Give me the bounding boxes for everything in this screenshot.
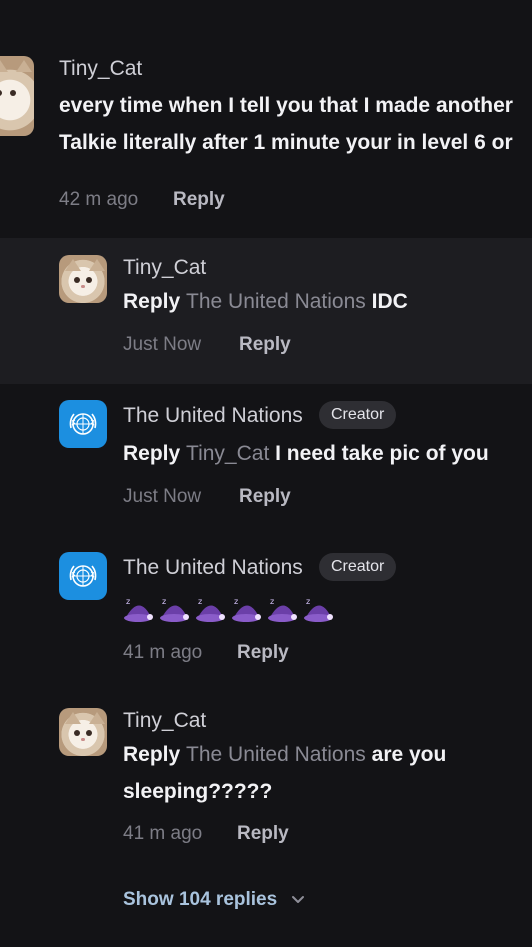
creator-badge: Creator — [319, 553, 397, 581]
username[interactable]: The United Nations — [123, 556, 303, 580]
un-emblem-icon — [69, 413, 97, 435]
timestamp: 41 m ago — [123, 642, 203, 663]
reply-prefix: Reply — [123, 290, 181, 313]
comment-text-line: Talkie literally after 1 minute your in … — [59, 131, 513, 154]
sleeping-hat-emoji: z — [196, 597, 225, 622]
comment-body: I need take pic of you — [275, 442, 489, 465]
svg-text:z: z — [270, 597, 274, 606]
reply-button[interactable]: Reply — [237, 823, 289, 845]
svg-text:z: z — [306, 597, 310, 606]
svg-text:z: z — [234, 597, 238, 606]
svg-text:z: z — [162, 597, 166, 606]
comment-text: Reply The United Nations IDC — [123, 283, 408, 320]
comment-text: Reply The United Nations are you sleepin… — [123, 736, 446, 810]
un-emblem-icon — [69, 565, 97, 587]
username[interactable]: Tiny_Cat — [59, 57, 142, 81]
timestamp: 42 m ago — [59, 189, 139, 210]
mention-link[interactable]: The United Nations — [186, 290, 366, 313]
avatar[interactable] — [59, 708, 107, 756]
creator-badge: Creator — [319, 401, 397, 429]
sleeping-hat-emoji: z — [124, 597, 153, 622]
timestamp: 41 m ago — [123, 823, 203, 844]
comment-text: Reply Tiny_Cat I need take pic of you — [123, 435, 489, 472]
username[interactable]: Tiny_Cat — [123, 256, 206, 280]
avatar[interactable] — [59, 400, 107, 448]
timestamp: Just Now — [123, 334, 202, 355]
sleeping-hat-emoji: z — [232, 597, 261, 622]
reply-button[interactable]: Reply — [237, 642, 289, 664]
emoji-row: z z z z z z — [123, 595, 335, 623]
reply-button[interactable]: Reply — [239, 334, 291, 356]
comment-body: are you — [371, 743, 447, 766]
comment-body: IDC — [371, 290, 408, 313]
mention-link[interactable]: The United Nations — [186, 743, 366, 766]
sleeping-hat-emoji: z — [268, 597, 297, 622]
username[interactable]: Tiny_Cat — [123, 709, 206, 733]
chevron-down-icon[interactable] — [290, 892, 306, 908]
show-replies-button[interactable]: Show 104 replies — [123, 889, 277, 911]
username[interactable]: The United Nations — [123, 404, 303, 428]
svg-text:z: z — [198, 597, 202, 606]
svg-text:z: z — [126, 597, 130, 606]
reply-button[interactable]: Reply — [173, 189, 225, 211]
reply-button[interactable]: Reply — [239, 486, 291, 508]
comment-text-line: every time when I tell you that I made a… — [59, 94, 513, 117]
timestamp: Just Now — [123, 486, 202, 507]
comment-body: sleeping????? — [123, 780, 273, 803]
sleeping-hat-emoji: z — [304, 597, 333, 622]
avatar[interactable] — [59, 552, 107, 600]
avatar[interactable] — [0, 56, 34, 136]
reply-prefix: Reply — [123, 442, 181, 465]
avatar[interactable] — [59, 255, 107, 303]
sleeping-hat-emoji: z — [160, 597, 189, 622]
reply-prefix: Reply — [123, 743, 181, 766]
mention-link[interactable]: Tiny_Cat — [186, 442, 269, 465]
comment-text: every time when I tell you that I made a… — [59, 87, 513, 161]
